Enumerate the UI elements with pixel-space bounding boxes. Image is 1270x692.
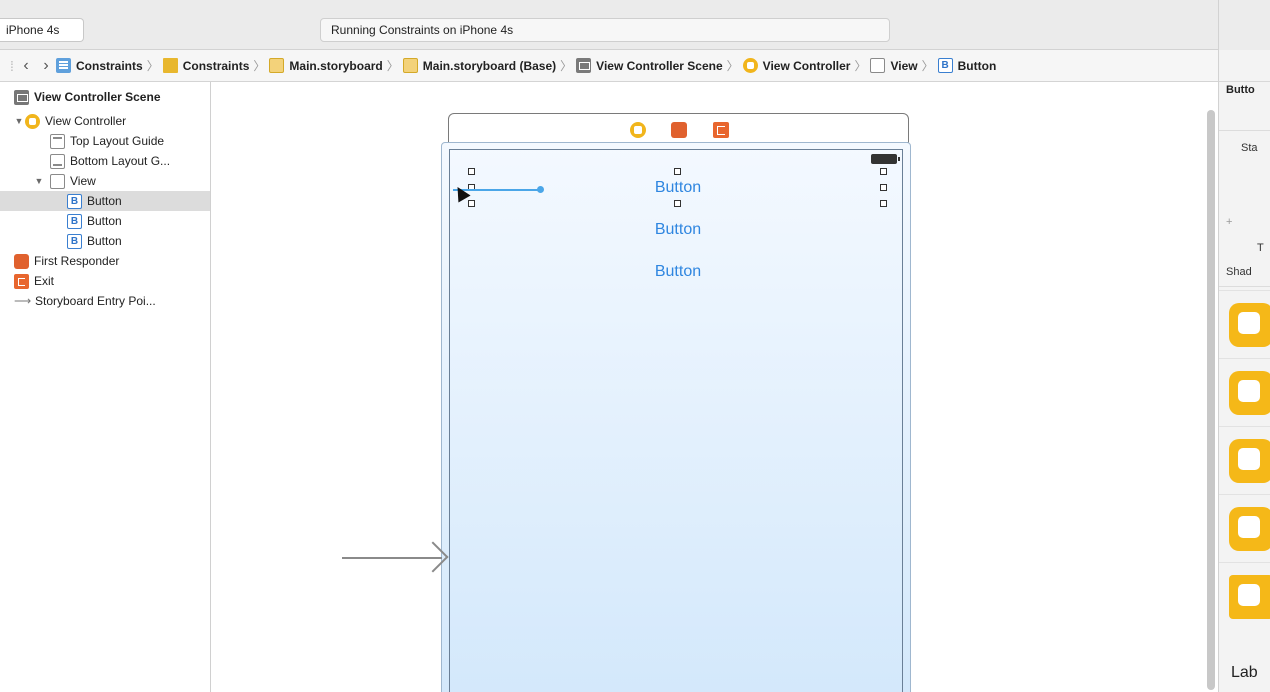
breadcrumb-main-storyboard[interactable]: Main.storyboard — [269, 58, 383, 73]
divider — [1219, 130, 1270, 131]
outline-item-button[interactable]: B Button — [0, 191, 210, 211]
resize-handle[interactable] — [880, 184, 887, 191]
storyboard-canvas[interactable]: Button Button Button — [211, 82, 1218, 692]
inspector-tab-bar[interactable] — [1219, 50, 1270, 82]
canvas-button[interactable]: Button — [628, 221, 728, 239]
navigation-controller-library-icon — [1229, 371, 1270, 415]
inspector-title: Butto — [1226, 84, 1255, 96]
chevron-right-icon: 〉 — [146, 59, 159, 73]
vertical-scrollbar[interactable] — [1207, 110, 1215, 690]
view-icon — [50, 173, 65, 189]
shadow-label: Shad — [1226, 266, 1252, 278]
forward-icon[interactable]: › — [36, 57, 56, 75]
library-item-label[interactable]: Lab — [1231, 664, 1258, 682]
exit-icon[interactable] — [713, 122, 729, 138]
chevron-right-icon: 〉 — [560, 59, 573, 73]
chevron-right-icon: 〉 — [253, 59, 266, 73]
resize-handle[interactable] — [674, 168, 681, 175]
title-label: T — [1257, 242, 1264, 254]
breadcrumb-view[interactable]: View — [870, 58, 918, 73]
breadcrumb-constraints-project[interactable]: Constraints — [56, 58, 143, 73]
jump-bar: ⁞ ‹ › Constraints 〉 Constraints 〉 Main.s… — [0, 50, 1218, 82]
object-cube-library-icon — [1229, 575, 1270, 619]
button-icon: B — [67, 193, 82, 209]
jump-bar-navigation: ⁞ ‹ › — [0, 57, 56, 75]
library-item-navigation-controller[interactable] — [1219, 358, 1270, 426]
back-icon[interactable]: ‹ — [16, 57, 36, 75]
outline-item-first-responder[interactable]: First Responder — [0, 251, 210, 271]
disclosure-triangle-icon[interactable]: ▼ — [33, 176, 45, 186]
outline-item-bottom-layout-guide[interactable]: Bottom Layout G... — [0, 151, 210, 171]
table-view-controller-library-icon — [1229, 439, 1270, 483]
breadcrumb-view-controller[interactable]: View Controller — [742, 58, 850, 73]
state-label: Sta — [1241, 142, 1258, 154]
related-items-icon[interactable]: ⁞ — [8, 58, 16, 74]
constraint-drag-endpoint — [537, 186, 544, 193]
button-icon: B — [937, 58, 953, 73]
storyboard-icon — [269, 58, 285, 73]
resize-handle[interactable] — [468, 168, 475, 175]
library-item-table-view-controller[interactable] — [1219, 426, 1270, 494]
toolbar: iPhone 4s Running Constraints on iPhone … — [0, 0, 1270, 50]
arrow-right-icon: ⟶ — [14, 294, 32, 308]
view-controller-library-icon — [1229, 303, 1270, 347]
outline-item-button[interactable]: B Button — [0, 211, 210, 231]
library-item-av-player-controller[interactable] — [1219, 494, 1270, 562]
view-controller-icon — [25, 113, 40, 129]
toolbar-right-area — [1218, 0, 1270, 50]
av-player-library-icon — [1229, 507, 1270, 551]
utilities-inspector: Butto Sta + T Shad Lab — [1218, 50, 1270, 692]
folder-icon — [162, 58, 178, 73]
canvas-button[interactable]: Button — [628, 263, 728, 281]
activity-status-field: Running Constraints on iPhone 4s — [320, 18, 890, 42]
outline-item-top-layout-guide[interactable]: Top Layout Guide — [0, 131, 210, 151]
breadcrumb-view-controller-scene[interactable]: View Controller Scene — [576, 58, 723, 73]
exit-icon — [14, 273, 29, 289]
outline-item-view-controller[interactable]: ▼ View Controller — [0, 111, 210, 131]
breadcrumb-main-storyboard-base[interactable]: Main.storyboard (Base) — [402, 58, 556, 73]
scene-dock — [448, 113, 909, 143]
layout-guide-icon — [50, 133, 65, 149]
chevron-right-icon: 〉 — [921, 59, 934, 73]
disclosure-triangle-icon[interactable]: ▼ — [13, 116, 25, 126]
chevron-right-icon: 〉 — [386, 59, 399, 73]
outline-item-view-controller-scene[interactable]: View Controller Scene — [0, 87, 210, 107]
view-controller-icon[interactable] — [630, 122, 646, 138]
button-icon: B — [67, 213, 82, 229]
battery-icon — [871, 154, 900, 164]
scene-icon — [14, 89, 29, 105]
outline-item-button[interactable]: B Button — [0, 231, 210, 251]
file-icon — [56, 58, 71, 73]
document-outline: View Controller Scene ▼ View Controller … — [0, 82, 211, 692]
resize-handle[interactable] — [674, 200, 681, 207]
chevron-right-icon: 〉 — [854, 59, 867, 73]
resize-handle[interactable] — [880, 168, 887, 175]
breadcrumb-button[interactable]: B Button — [937, 58, 996, 73]
first-responder-icon[interactable] — [671, 122, 687, 138]
divider — [1219, 286, 1270, 287]
canvas-button[interactable]: Button — [628, 179, 728, 197]
button-icon: B — [67, 233, 82, 249]
resize-handle[interactable] — [468, 200, 475, 207]
view-controller-icon — [742, 58, 758, 73]
scheme-device-selector[interactable]: iPhone 4s — [0, 18, 84, 42]
library-item-view-controller[interactable] — [1219, 290, 1270, 358]
storyboard-icon — [402, 58, 418, 73]
library-item-object[interactable] — [1219, 562, 1270, 630]
resize-handle[interactable] — [880, 200, 887, 207]
outline-item-storyboard-entry-point[interactable]: ⟶ Storyboard Entry Poi... — [0, 291, 210, 311]
add-variation-icon[interactable]: + — [1226, 216, 1232, 228]
chevron-right-icon: 〉 — [726, 59, 739, 73]
layout-guide-icon — [50, 153, 65, 169]
scene-icon — [576, 58, 592, 73]
first-responder-icon — [14, 253, 29, 269]
view-icon — [870, 58, 886, 73]
breadcrumb-constraints-folder[interactable]: Constraints — [162, 58, 249, 73]
outline-item-view[interactable]: ▼ View — [0, 171, 210, 191]
outline-item-exit[interactable]: Exit — [0, 271, 210, 291]
